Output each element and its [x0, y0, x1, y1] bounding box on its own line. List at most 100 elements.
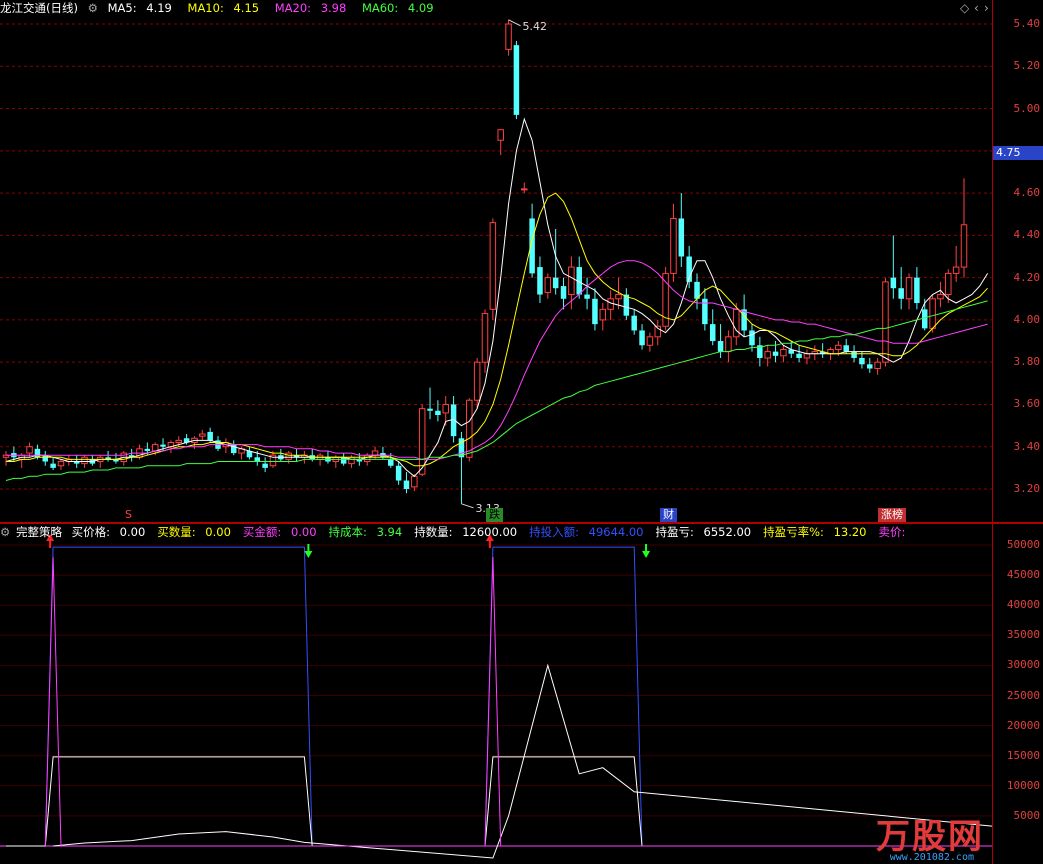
strategy-field-label: 持数量: — [414, 525, 457, 539]
strategy-name[interactable]: 完整策略 — [16, 525, 62, 539]
strategy-chart-svg[interactable] — [0, 524, 992, 864]
candle-body — [363, 454, 371, 463]
strategy-field-label: 买数量: — [157, 525, 200, 539]
strategy-legend: ⚙ 完整策略 买价格: 0.00 买数量: 0.00 买金额: 0.00 持成本: 3… — [0, 524, 923, 540]
price-tick-label: 5.40 — [1013, 17, 1041, 30]
value-tick-label: 30000 — [1006, 658, 1040, 672]
high-price-label: 5.42 — [523, 20, 548, 33]
candle-body — [725, 336, 732, 353]
sell-arrow-icon — [642, 544, 651, 558]
ma60-label-text: MA60: — [361, 1, 402, 15]
candle-body — [403, 480, 410, 489]
candle-body — [678, 218, 685, 257]
chevron-right-icon[interactable]: › — [984, 1, 989, 15]
strategy-field: 持数量: 12600.00 — [414, 525, 523, 539]
strategy-field-label: 卖价: — [878, 525, 906, 539]
price-tick-label: 5.20 — [1013, 59, 1041, 73]
value-tick-label: 25000 — [1006, 688, 1040, 702]
price-tick-label: 3.80 — [1013, 355, 1041, 369]
strategy-line — [53, 663, 992, 859]
watermark-brand: 万股网 — [876, 817, 984, 857]
ma20-label: MA20: 3.98 — [275, 1, 353, 15]
chevron-left-icon[interactable]: ‹ — [974, 1, 979, 15]
tag-cai[interactable]: 财 — [660, 508, 677, 522]
candle-body — [552, 277, 559, 289]
ma20-label-text: MA20: — [274, 1, 315, 15]
candle-body — [521, 188, 528, 191]
low-pointer — [461, 503, 474, 509]
candle-body — [50, 463, 56, 468]
candle-body — [851, 351, 857, 358]
candle-body — [513, 45, 520, 115]
candle-body — [599, 308, 607, 321]
candle-body — [937, 294, 944, 300]
candle-body — [81, 456, 88, 465]
ma20-value: 3.98 — [320, 1, 347, 15]
strategy-field-label: 买价格: — [71, 525, 114, 539]
price-tick-label: 4.20 — [1013, 270, 1041, 284]
value-axis: 50000 45000 40000 35000 30000 25000 20000 15000… — [992, 524, 1043, 864]
candle-body — [144, 448, 151, 451]
strategy-field: 卖价: — [879, 525, 918, 539]
candle-body — [160, 444, 166, 447]
candle-body — [631, 315, 637, 331]
ma60-label: MA60: 4.09 — [362, 1, 440, 15]
tag-die[interactable]: 跌 — [486, 508, 503, 522]
candle-body — [435, 410, 441, 416]
candle-body — [882, 281, 889, 363]
strategy-field-label: 买金额: — [242, 525, 285, 539]
candle-body — [717, 341, 724, 352]
candle-body — [57, 461, 65, 467]
strategy-indicator-pane[interactable]: ⚙ 完整策略 买价格: 0.00 买数量: 0.00 买金额: 0.00 持成本: 3… — [0, 524, 992, 864]
price-tick-label: 4.00 — [1013, 312, 1041, 326]
price-tick-label: 3.20 — [1013, 482, 1041, 495]
candle-body — [646, 336, 654, 346]
strategy-field: 持投入额: 49644.00 — [529, 525, 649, 539]
watermark-url: www.201082.com — [889, 852, 974, 863]
price-tick-label: 5.00 — [1013, 101, 1041, 115]
candle-body — [764, 351, 771, 359]
value-tick-label: 35000 — [1006, 628, 1040, 642]
candle-body — [584, 294, 590, 299]
candle-body — [960, 224, 968, 268]
candle-body — [670, 217, 677, 274]
strategy-field: 买价格: 0.00 — [72, 525, 152, 539]
ma-line-ma20 — [6, 260, 988, 460]
strategy-field: 买金额: 0.00 — [243, 525, 323, 539]
value-tick-label: 50000 — [1006, 538, 1040, 551]
strategy-field: 持成本: 3.94 — [329, 525, 409, 539]
candle-body — [473, 361, 481, 401]
candle-body — [874, 361, 881, 370]
candle-body — [835, 344, 842, 351]
candle-body — [859, 357, 865, 365]
gear-icon[interactable]: ⚙ — [0, 525, 10, 539]
candle-body — [395, 465, 402, 481]
ma-line-ma10 — [6, 192, 988, 467]
strategy-field: 买数量: 0.00 — [157, 525, 237, 539]
value-tick-label: 20000 — [1006, 718, 1040, 732]
candle-body — [254, 457, 261, 462]
price-tick-label: 4.40 — [1013, 228, 1041, 242]
stock-name[interactable]: 龙江交通(日线) — [0, 1, 78, 15]
kline-chart-pane[interactable]: 5.423.13 龙江交通(日线) ⚙ MA5: 4.19 MA10: 4.15… — [0, 0, 992, 522]
candle-body — [388, 459, 394, 466]
candle-body — [442, 403, 449, 414]
candle-body — [843, 345, 849, 352]
diamond-icon[interactable]: ◇ — [960, 1, 969, 15]
price-tick-label: 3.40 — [1013, 439, 1041, 453]
tag-zhangbang[interactable]: 涨榜 — [878, 508, 906, 522]
tag-s[interactable]: S — [122, 508, 135, 522]
strategy-field-label: 持盈亏率%: — [763, 525, 828, 539]
candle-body — [505, 23, 512, 50]
ma60-value: 4.09 — [407, 1, 434, 15]
candle-body — [615, 294, 622, 300]
candle-body — [427, 408, 433, 411]
strategy-field-value: 3.94 — [376, 525, 403, 539]
kline-chart-svg[interactable]: 5.423.13 — [0, 0, 992, 522]
ma5-label: MA5: 4.19 — [108, 1, 178, 15]
strategy-field-value: 12600.00 — [462, 525, 518, 539]
gear-icon[interactable]: ⚙ — [88, 1, 98, 15]
ma10-value: 4.15 — [233, 1, 260, 15]
candle-body — [560, 286, 567, 299]
candle-body — [772, 351, 779, 356]
